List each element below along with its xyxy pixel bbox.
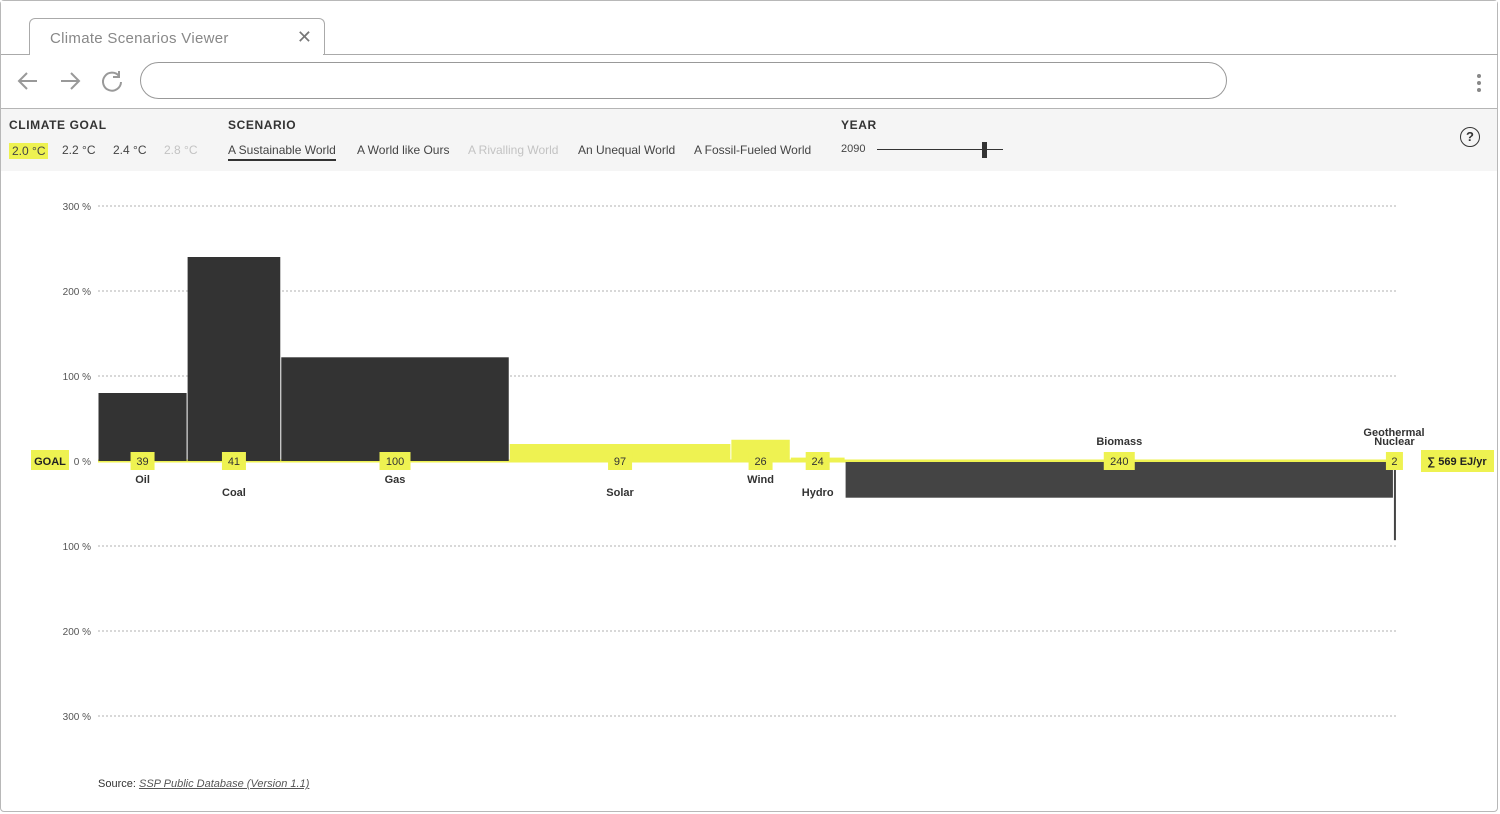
goal-option-2-4[interactable]: 2.4 °C — [113, 143, 146, 157]
category-label: Wind — [747, 474, 774, 486]
source-note: Source: SSP Public Database (Version 1.1… — [98, 778, 309, 790]
source-link[interactable]: SSP Public Database (Version 1.1) — [139, 778, 309, 790]
value-label: 100 — [386, 456, 404, 468]
y-tick-label: 300 % — [63, 712, 91, 723]
category-label: Oil — [135, 474, 150, 486]
source-prefix: Source: — [98, 778, 136, 790]
close-tab-icon[interactable]: ✕ — [297, 27, 312, 48]
category-label: Solar — [606, 487, 634, 499]
browser-menu-icon[interactable] — [1469, 71, 1489, 95]
bar-nuclear — [1393, 462, 1396, 541]
scenario-rivalling: A Rivalling World — [468, 143, 559, 157]
goal-option-2-8: 2.8 °C — [164, 143, 198, 157]
energy-deviation-chart: 300 % 200 % 100 % 100 % 200 % 300 % GOAL 0 % 39 O… — [31, 202, 1494, 723]
back-arrow-icon[interactable] — [15, 68, 41, 94]
year-slider-handle[interactable] — [982, 142, 987, 158]
controls-bar: CLIMATE GOAL 2.0 °C 2.2 °C 2.4 °C 2.8 °C… — [1, 109, 1497, 171]
y-tick-label: 300 % — [63, 202, 91, 213]
value-label: 26 — [754, 456, 766, 468]
category-label: Biomass — [1096, 436, 1142, 448]
browser-toolbar — [1, 55, 1497, 109]
y-tick-label: 200 % — [63, 627, 91, 638]
scenario-heading: SCENARIO — [228, 118, 297, 132]
y-tick-label: 0 % — [74, 457, 91, 468]
goal-option-2-2[interactable]: 2.2 °C — [62, 143, 95, 157]
goal-option-2-0[interactable]: 2.0 °C — [9, 143, 49, 159]
value-label: 97 — [614, 456, 626, 468]
forward-arrow-icon[interactable] — [57, 68, 83, 94]
category-label: Coal — [222, 487, 246, 499]
value-label: 24 — [812, 456, 824, 468]
bar-oil — [98, 393, 187, 461]
bar-gas — [281, 357, 509, 461]
value-label: 2 — [1391, 456, 1397, 468]
address-bar[interactable] — [140, 62, 1227, 99]
year-heading: YEAR — [841, 118, 877, 132]
scenario-like-ours[interactable]: A World like Ours — [357, 143, 449, 157]
scenario-unequal[interactable]: An Unequal World — [578, 143, 675, 157]
bar-coal — [187, 257, 281, 461]
browser-tab[interactable]: Climate Scenarios Viewer ✕ — [29, 18, 325, 56]
tab-strip: Climate Scenarios Viewer ✕ — [1, 1, 1497, 56]
year-value: 2090 — [841, 143, 866, 155]
category-label: Gas — [385, 474, 406, 486]
value-label: 39 — [136, 456, 148, 468]
total-label: ∑ 569 EJ/yr — [1427, 456, 1487, 468]
scenario-sustainable[interactable]: A Sustainable World — [228, 143, 336, 161]
goal-label: GOAL — [34, 456, 66, 468]
reload-icon[interactable] — [99, 68, 125, 94]
y-tick-label: 200 % — [63, 287, 91, 298]
category-label: Hydro — [802, 487, 834, 499]
y-tick-label: 100 % — [63, 542, 91, 553]
value-label: 41 — [228, 456, 240, 468]
climate-goal-heading: CLIMATE GOAL — [9, 118, 107, 132]
category-label: Geothermal — [1363, 427, 1424, 439]
scenario-fossil-fueled[interactable]: A Fossil-Fueled World — [694, 143, 811, 157]
value-label: 240 — [1110, 456, 1128, 468]
y-tick-label: 100 % — [63, 372, 91, 383]
help-icon[interactable]: ? — [1460, 127, 1480, 147]
tab-title: Climate Scenarios Viewer — [50, 30, 229, 47]
